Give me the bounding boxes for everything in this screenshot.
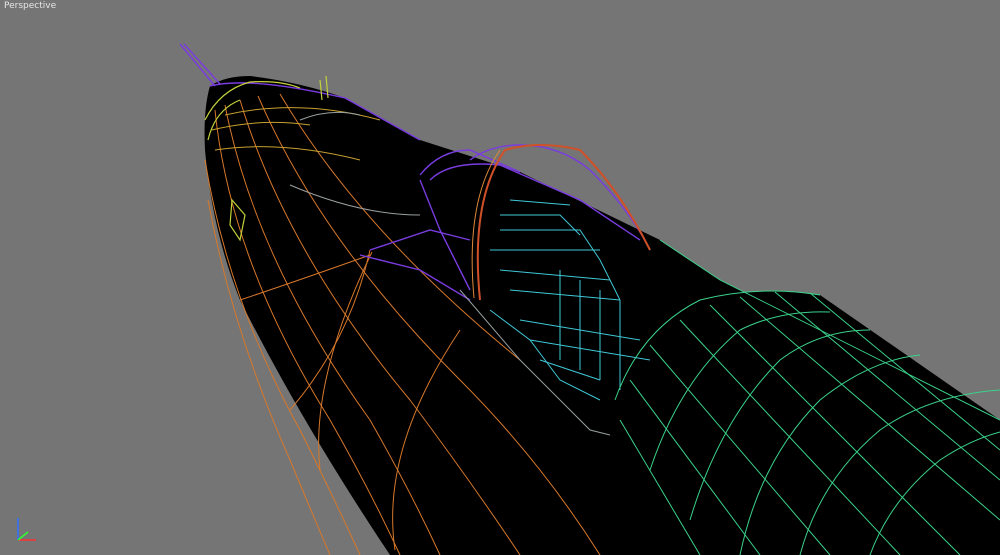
viewport-label[interactable]: Perspective [4,1,56,11]
aircraft-wireframe-model[interactable] [0,0,1000,555]
y-axis-line [17,531,29,541]
xyz-axis-icon [17,518,36,541]
viewport-perspective[interactable]: Perspective [0,0,1000,555]
